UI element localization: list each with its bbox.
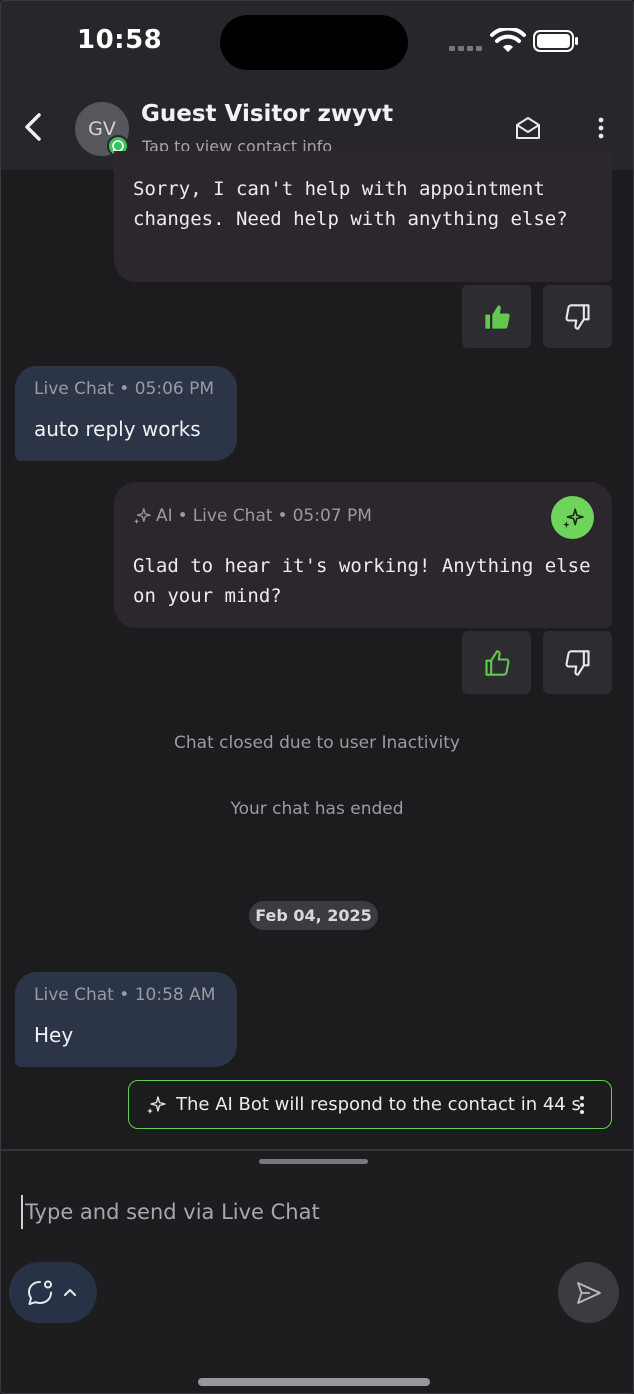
- message-time: 05:06 PM: [134, 379, 215, 399]
- sender-label: AI: [156, 506, 173, 526]
- home-indicator: [198, 1378, 430, 1386]
- drag-handle[interactable]: [259, 1159, 368, 1164]
- message-text: Hey: [34, 1023, 74, 1047]
- message-text: auto reply works: [34, 417, 201, 441]
- system-message-chat-closed: Chat closed due to user Inactivity: [174, 733, 460, 753]
- dynamic-island: [220, 15, 408, 70]
- app-frame: 10:58 GV Guest Visitor zwyvt Tap to view…: [0, 0, 634, 1394]
- message-bubble-incoming: Live Chat • 05:06 PM auto reply works: [15, 366, 237, 461]
- date-separator: Feb 04, 2025: [249, 901, 378, 930]
- thumbs-down-button[interactable]: [543, 285, 612, 348]
- more-options-icon[interactable]: [589, 113, 613, 143]
- message-composer: [1, 1149, 633, 1393]
- send-icon: [576, 1281, 601, 1304]
- battery-icon: [533, 30, 578, 52]
- thumbs-down-icon: [564, 303, 590, 330]
- thumbs-up-filled-icon: [484, 304, 510, 329]
- sparkle-icon: [147, 1095, 166, 1114]
- thumbs-up-icon: [484, 649, 510, 676]
- thumbs-down-button[interactable]: [543, 631, 612, 694]
- thumbs-up-button[interactable]: [462, 285, 531, 348]
- wifi-icon: [490, 28, 526, 52]
- send-button[interactable]: [558, 1262, 619, 1323]
- message-text: Glad to hear it's working! Anything else…: [133, 555, 591, 607]
- message-meta: AI • Live Chat • 05:07 PM: [133, 506, 372, 526]
- contact-name[interactable]: Guest Visitor zwyvt: [141, 101, 393, 127]
- sparkle-icon: [133, 508, 151, 525]
- message-time: 05:07 PM: [292, 506, 372, 526]
- status-time: 10:58: [77, 25, 163, 55]
- back-arrow-icon[interactable]: [19, 107, 49, 147]
- sparkle-icon: [562, 507, 584, 528]
- cellular-signal-icon: [449, 46, 482, 51]
- thumbs-down-icon: [564, 649, 590, 676]
- status-bar: 10:58: [1, 1, 633, 85]
- chevron-up-icon: [64, 1288, 76, 1296]
- channel-label: Live Chat: [34, 985, 114, 1005]
- ai-sparkle-badge: [551, 496, 594, 539]
- message-meta: Live Chat • 10:58 AM: [34, 985, 216, 1005]
- system-message-chat-ended: Your chat has ended: [230, 799, 404, 819]
- thumbs-up-button[interactable]: [462, 631, 531, 694]
- ai-bot-response-banner[interactable]: The AI Bot will respond to the contact i…: [128, 1080, 612, 1129]
- message-text: Sorry, I can't help with appointment cha…: [133, 178, 568, 230]
- chat-bubble-icon: [28, 1280, 52, 1305]
- message-bubble-outgoing: Sorry, I can't help with appointment cha…: [114, 151, 612, 282]
- message-bubble-incoming: Live Chat • 10:58 AM Hey: [15, 972, 237, 1067]
- message-meta: Live Chat • 05:06 PM: [34, 379, 215, 399]
- ai-banner-text: The AI Bot will respond to the contact i…: [176, 1094, 581, 1115]
- more-options-icon[interactable]: [577, 1094, 587, 1116]
- channel-label: Live Chat: [34, 379, 114, 399]
- message-time: 10:58 AM: [134, 985, 216, 1005]
- mail-open-icon[interactable]: [513, 113, 543, 143]
- message-input[interactable]: [21, 1195, 541, 1229]
- message-bubble-outgoing-ai: AI • Live Chat • 05:07 PM Glad to hear i…: [114, 482, 612, 628]
- channel-selector-button[interactable]: [9, 1262, 97, 1323]
- channel-label: Live Chat: [192, 506, 273, 526]
